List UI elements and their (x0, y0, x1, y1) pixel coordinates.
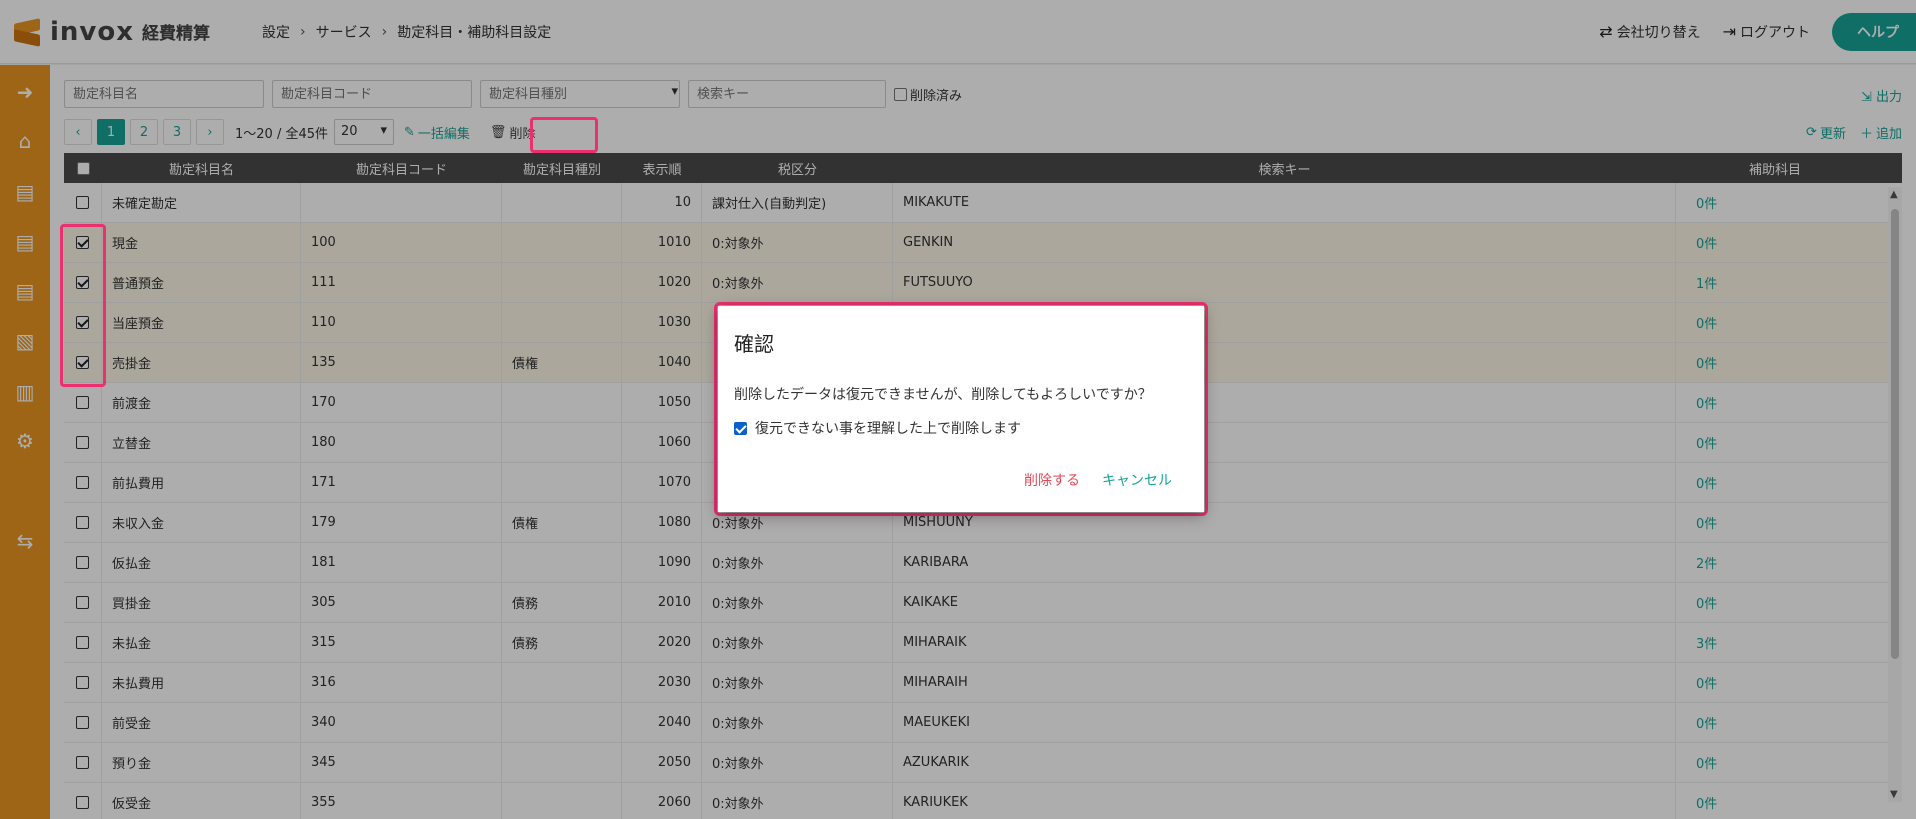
confirm-checkbox-label: 復元できない事を理解した上で削除します (755, 421, 1021, 437)
delete-highlight-box (530, 117, 598, 153)
dialog-message: 削除したデータは復元できませんが、削除してもよろしいですか？ (734, 387, 1152, 403)
cancel-button[interactable]: キャンセル (1102, 470, 1172, 490)
dialog-title: 確認 (734, 332, 774, 356)
confirm-dialog: 確認 削除したデータは復元できませんが、削除してもよろしいですか？ 復元できない… (718, 306, 1204, 512)
selected-rows-highlight-box (60, 224, 106, 387)
confirm-delete-button[interactable]: 削除する (1024, 470, 1080, 490)
confirm-checkbox-box[interactable] (734, 421, 747, 435)
confirm-understand-checkbox[interactable]: 復元できない事を理解した上で削除します (734, 418, 1021, 438)
